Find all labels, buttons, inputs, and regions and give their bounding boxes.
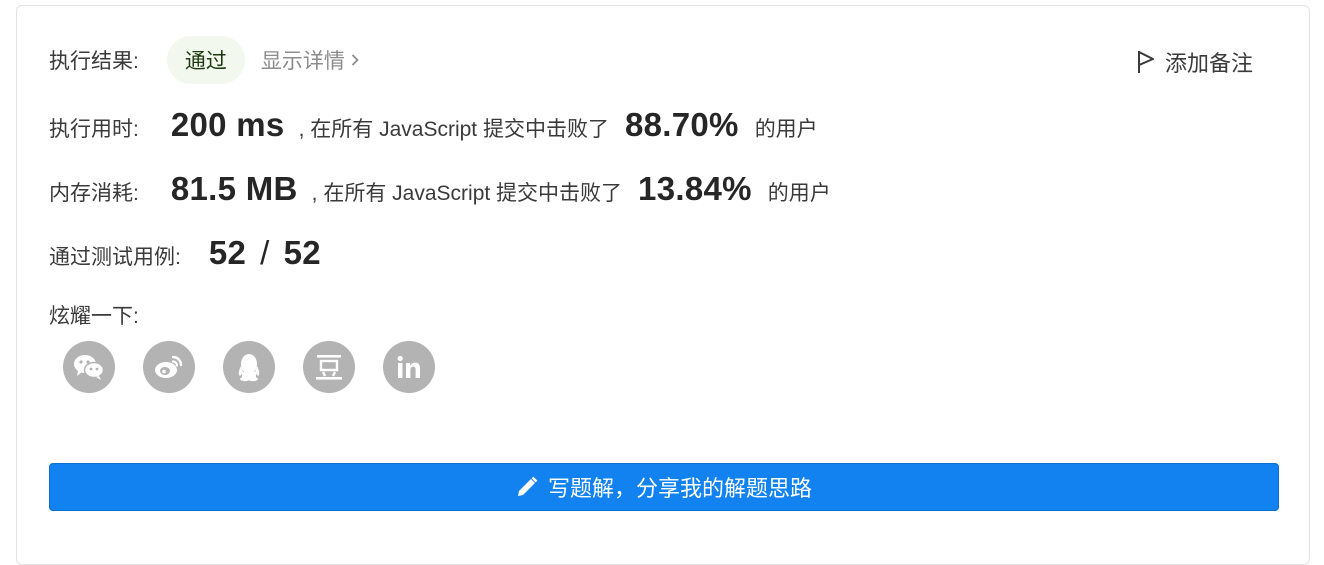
chevron-right-icon <box>351 54 359 66</box>
runtime-row: 执行用时: 200 ms , 在所有 JavaScript 提交中击败了 88.… <box>49 106 818 144</box>
add-note-button[interactable]: 添加备注 <box>1137 46 1253 78</box>
runtime-percent: 88.70% <box>624 106 739 143</box>
qq-icon <box>238 354 260 382</box>
add-note-label: 添加备注 <box>1164 51 1253 76</box>
weibo-share-button[interactable] <box>143 341 195 393</box>
pencil-icon <box>517 476 538 496</box>
wechat-share-button[interactable] <box>63 341 115 393</box>
wechat-icon <box>74 355 105 380</box>
memory-label: 内存消耗: <box>49 182 139 205</box>
share-label: 炫耀一下: <box>49 305 139 328</box>
testcases-separator: / <box>260 234 270 271</box>
write-solution-button[interactable]: 写题解，分享我的解题思路 <box>49 463 1279 511</box>
share-row: 炫耀一下: <box>49 300 139 330</box>
testcases-label: 通过测试用例: <box>49 246 181 269</box>
result-label: 执行结果: <box>49 50 139 73</box>
douban-share-button[interactable] <box>303 341 355 393</box>
testcases-passed: 52 <box>208 234 247 271</box>
qq-share-button[interactable] <box>223 341 275 393</box>
runtime-suffix: 的用户 <box>754 118 818 141</box>
runtime-label: 执行用时: <box>49 118 139 141</box>
show-details-label: 显示详情 <box>260 50 345 73</box>
douban-icon <box>316 355 342 380</box>
runtime-mid-text: , 在所有 JavaScript 提交中击败了 <box>298 118 609 141</box>
memory-suffix: 的用户 <box>767 182 831 205</box>
memory-mid-text: , 在所有 JavaScript 提交中击败了 <box>311 182 623 205</box>
result-row: 执行结果: 通过 显示详情 <box>49 36 359 84</box>
memory-percent: 13.84% <box>638 170 752 207</box>
memory-value: 81.5 MB <box>170 170 298 207</box>
linkedin-share-button[interactable] <box>383 341 435 393</box>
linkedin-icon <box>397 355 420 378</box>
share-icons <box>63 341 435 393</box>
status-badge: 通过 <box>166 36 245 84</box>
memory-row: 内存消耗: 81.5 MB , 在所有 JavaScript 提交中击败了 13… <box>49 170 831 208</box>
flag-icon <box>1137 51 1154 73</box>
runtime-value: 200 ms <box>170 106 285 143</box>
write-solution-label: 写题解，分享我的解题思路 <box>547 476 812 501</box>
submission-result-card: 执行结果: 通过 显示详情 添加备注 执行用时: 200 ms , 在所有 Ja… <box>16 5 1310 565</box>
show-details-link[interactable]: 显示详情 <box>261 45 359 75</box>
testcases-total: 52 <box>283 234 321 271</box>
testcases-row: 通过测试用例: 52 / 52 <box>49 234 321 272</box>
weibo-icon <box>155 355 183 378</box>
